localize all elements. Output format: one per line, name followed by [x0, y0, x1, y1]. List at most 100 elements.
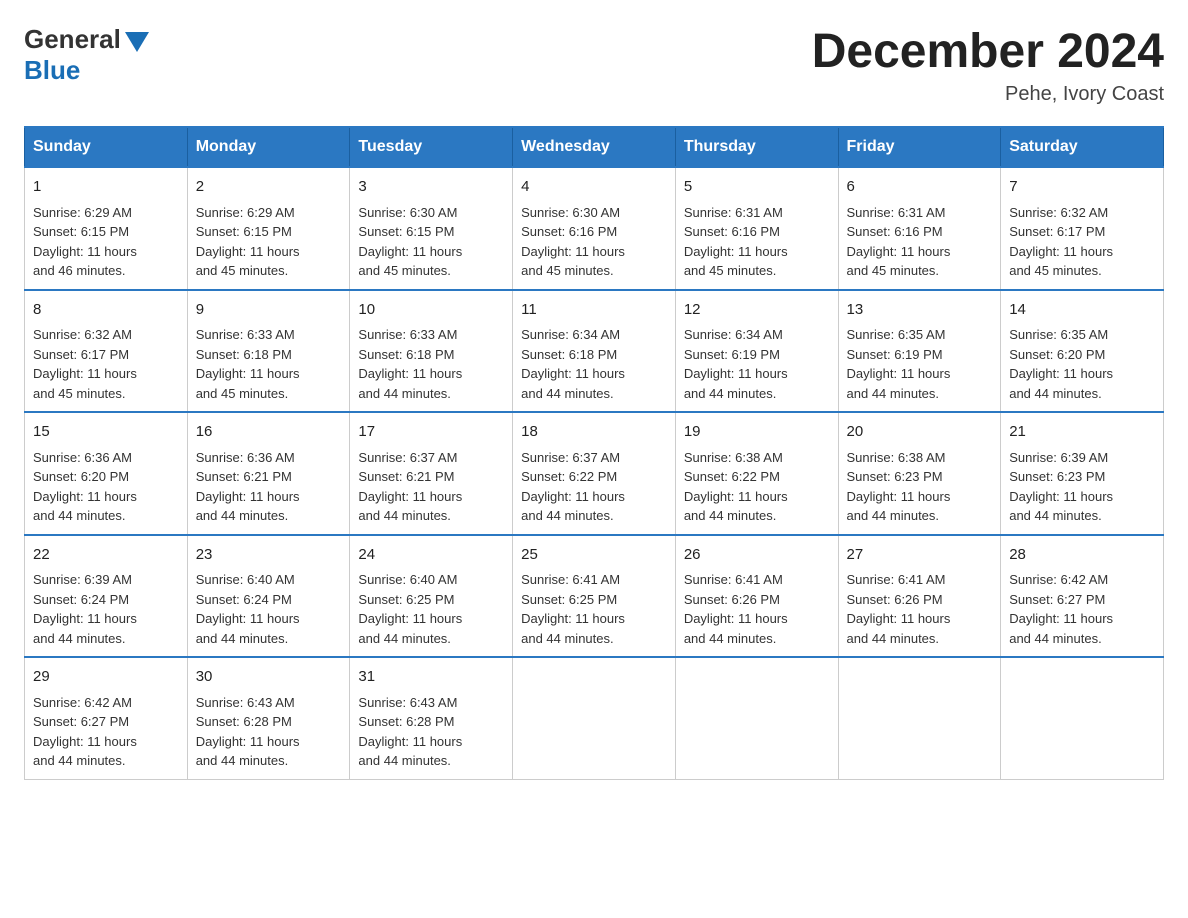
- calendar-cell: 14 Sunrise: 6:35 AMSunset: 6:20 PMDaylig…: [1001, 290, 1164, 413]
- day-number: 3: [358, 176, 504, 199]
- calendar-cell: [838, 657, 1001, 779]
- day-number: 31: [358, 666, 504, 689]
- day-number: 28: [1009, 544, 1155, 567]
- day-info: Sunrise: 6:35 AMSunset: 6:20 PMDaylight:…: [1009, 327, 1113, 401]
- calendar-cell: [675, 657, 838, 779]
- day-info: Sunrise: 6:32 AMSunset: 6:17 PMDaylight:…: [33, 327, 137, 401]
- day-info: Sunrise: 6:36 AMSunset: 6:21 PMDaylight:…: [196, 450, 300, 524]
- weekday-header-thursday: Thursday: [675, 127, 838, 167]
- calendar-cell: 7 Sunrise: 6:32 AMSunset: 6:17 PMDayligh…: [1001, 167, 1164, 290]
- day-number: 21: [1009, 421, 1155, 444]
- calendar-cell: 13 Sunrise: 6:35 AMSunset: 6:19 PMDaylig…: [838, 290, 1001, 413]
- weekday-header-tuesday: Tuesday: [350, 127, 513, 167]
- calendar-cell: [513, 657, 676, 779]
- day-info: Sunrise: 6:38 AMSunset: 6:23 PMDaylight:…: [847, 450, 951, 524]
- day-info: Sunrise: 6:43 AMSunset: 6:28 PMDaylight:…: [196, 695, 300, 769]
- day-number: 24: [358, 544, 504, 567]
- day-number: 8: [33, 299, 179, 322]
- calendar-week-row: 15 Sunrise: 6:36 AMSunset: 6:20 PMDaylig…: [25, 412, 1164, 535]
- calendar-cell: 10 Sunrise: 6:33 AMSunset: 6:18 PMDaylig…: [350, 290, 513, 413]
- weekday-header-monday: Monday: [187, 127, 350, 167]
- calendar-cell: 16 Sunrise: 6:36 AMSunset: 6:21 PMDaylig…: [187, 412, 350, 535]
- day-number: 15: [33, 421, 179, 444]
- day-number: 7: [1009, 176, 1155, 199]
- day-info: Sunrise: 6:38 AMSunset: 6:22 PMDaylight:…: [684, 450, 788, 524]
- day-number: 4: [521, 176, 667, 199]
- day-info: Sunrise: 6:41 AMSunset: 6:26 PMDaylight:…: [684, 572, 788, 646]
- page-title: December 2024: [812, 24, 1164, 79]
- calendar-cell: 19 Sunrise: 6:38 AMSunset: 6:22 PMDaylig…: [675, 412, 838, 535]
- calendar-cell: 5 Sunrise: 6:31 AMSunset: 6:16 PMDayligh…: [675, 167, 838, 290]
- day-info: Sunrise: 6:30 AMSunset: 6:16 PMDaylight:…: [521, 205, 625, 279]
- day-info: Sunrise: 6:32 AMSunset: 6:17 PMDaylight:…: [1009, 205, 1113, 279]
- calendar-week-row: 22 Sunrise: 6:39 AMSunset: 6:24 PMDaylig…: [25, 535, 1164, 658]
- day-number: 1: [33, 176, 179, 199]
- day-info: Sunrise: 6:29 AMSunset: 6:15 PMDaylight:…: [196, 205, 300, 279]
- calendar-cell: 15 Sunrise: 6:36 AMSunset: 6:20 PMDaylig…: [25, 412, 188, 535]
- day-info: Sunrise: 6:42 AMSunset: 6:27 PMDaylight:…: [33, 695, 137, 769]
- calendar-cell: 18 Sunrise: 6:37 AMSunset: 6:22 PMDaylig…: [513, 412, 676, 535]
- calendar-cell: 30 Sunrise: 6:43 AMSunset: 6:28 PMDaylig…: [187, 657, 350, 779]
- day-number: 20: [847, 421, 993, 444]
- day-info: Sunrise: 6:35 AMSunset: 6:19 PMDaylight:…: [847, 327, 951, 401]
- day-info: Sunrise: 6:41 AMSunset: 6:26 PMDaylight:…: [847, 572, 951, 646]
- calendar-cell: 4 Sunrise: 6:30 AMSunset: 6:16 PMDayligh…: [513, 167, 676, 290]
- calendar-week-row: 8 Sunrise: 6:32 AMSunset: 6:17 PMDayligh…: [25, 290, 1164, 413]
- calendar-cell: 22 Sunrise: 6:39 AMSunset: 6:24 PMDaylig…: [25, 535, 188, 658]
- weekday-header-wednesday: Wednesday: [513, 127, 676, 167]
- calendar-cell: [1001, 657, 1164, 779]
- day-number: 11: [521, 299, 667, 322]
- day-info: Sunrise: 6:34 AMSunset: 6:18 PMDaylight:…: [521, 327, 625, 401]
- day-info: Sunrise: 6:31 AMSunset: 6:16 PMDaylight:…: [847, 205, 951, 279]
- logo-arrow-icon: [125, 32, 149, 52]
- day-info: Sunrise: 6:41 AMSunset: 6:25 PMDaylight:…: [521, 572, 625, 646]
- calendar-header-row: SundayMondayTuesdayWednesdayThursdayFrid…: [25, 127, 1164, 167]
- calendar-week-row: 1 Sunrise: 6:29 AMSunset: 6:15 PMDayligh…: [25, 167, 1164, 290]
- page-header: General Blue December 2024 Pehe, Ivory C…: [24, 24, 1164, 106]
- day-info: Sunrise: 6:37 AMSunset: 6:22 PMDaylight:…: [521, 450, 625, 524]
- weekday-header-friday: Friday: [838, 127, 1001, 167]
- day-number: 13: [847, 299, 993, 322]
- day-number: 2: [196, 176, 342, 199]
- calendar-cell: 21 Sunrise: 6:39 AMSunset: 6:23 PMDaylig…: [1001, 412, 1164, 535]
- day-info: Sunrise: 6:33 AMSunset: 6:18 PMDaylight:…: [358, 327, 462, 401]
- logo-general-text: General: [24, 24, 121, 55]
- calendar-cell: 24 Sunrise: 6:40 AMSunset: 6:25 PMDaylig…: [350, 535, 513, 658]
- calendar-cell: 31 Sunrise: 6:43 AMSunset: 6:28 PMDaylig…: [350, 657, 513, 779]
- day-info: Sunrise: 6:40 AMSunset: 6:25 PMDaylight:…: [358, 572, 462, 646]
- calendar-cell: 20 Sunrise: 6:38 AMSunset: 6:23 PMDaylig…: [838, 412, 1001, 535]
- calendar-cell: 12 Sunrise: 6:34 AMSunset: 6:19 PMDaylig…: [675, 290, 838, 413]
- calendar-cell: 28 Sunrise: 6:42 AMSunset: 6:27 PMDaylig…: [1001, 535, 1164, 658]
- day-number: 12: [684, 299, 830, 322]
- day-number: 6: [847, 176, 993, 199]
- calendar-cell: 26 Sunrise: 6:41 AMSunset: 6:26 PMDaylig…: [675, 535, 838, 658]
- calendar-cell: 1 Sunrise: 6:29 AMSunset: 6:15 PMDayligh…: [25, 167, 188, 290]
- day-number: 22: [33, 544, 179, 567]
- day-number: 19: [684, 421, 830, 444]
- calendar-cell: 27 Sunrise: 6:41 AMSunset: 6:26 PMDaylig…: [838, 535, 1001, 658]
- logo-blue-part: [123, 28, 149, 52]
- day-info: Sunrise: 6:31 AMSunset: 6:16 PMDaylight:…: [684, 205, 788, 279]
- title-section: December 2024 Pehe, Ivory Coast: [812, 24, 1164, 106]
- day-info: Sunrise: 6:29 AMSunset: 6:15 PMDaylight:…: [33, 205, 137, 279]
- day-info: Sunrise: 6:37 AMSunset: 6:21 PMDaylight:…: [358, 450, 462, 524]
- day-info: Sunrise: 6:39 AMSunset: 6:23 PMDaylight:…: [1009, 450, 1113, 524]
- page-subtitle: Pehe, Ivory Coast: [812, 83, 1164, 106]
- day-number: 18: [521, 421, 667, 444]
- day-number: 27: [847, 544, 993, 567]
- calendar-cell: 9 Sunrise: 6:33 AMSunset: 6:18 PMDayligh…: [187, 290, 350, 413]
- day-number: 25: [521, 544, 667, 567]
- day-number: 5: [684, 176, 830, 199]
- day-number: 23: [196, 544, 342, 567]
- day-info: Sunrise: 6:36 AMSunset: 6:20 PMDaylight:…: [33, 450, 137, 524]
- calendar-cell: 17 Sunrise: 6:37 AMSunset: 6:21 PMDaylig…: [350, 412, 513, 535]
- calendar-cell: 6 Sunrise: 6:31 AMSunset: 6:16 PMDayligh…: [838, 167, 1001, 290]
- day-info: Sunrise: 6:43 AMSunset: 6:28 PMDaylight:…: [358, 695, 462, 769]
- day-number: 9: [196, 299, 342, 322]
- calendar-week-row: 29 Sunrise: 6:42 AMSunset: 6:27 PMDaylig…: [25, 657, 1164, 779]
- day-info: Sunrise: 6:42 AMSunset: 6:27 PMDaylight:…: [1009, 572, 1113, 646]
- logo: General Blue: [24, 24, 149, 86]
- calendar-table: SundayMondayTuesdayWednesdayThursdayFrid…: [24, 126, 1164, 780]
- calendar-cell: 11 Sunrise: 6:34 AMSunset: 6:18 PMDaylig…: [513, 290, 676, 413]
- calendar-cell: 3 Sunrise: 6:30 AMSunset: 6:15 PMDayligh…: [350, 167, 513, 290]
